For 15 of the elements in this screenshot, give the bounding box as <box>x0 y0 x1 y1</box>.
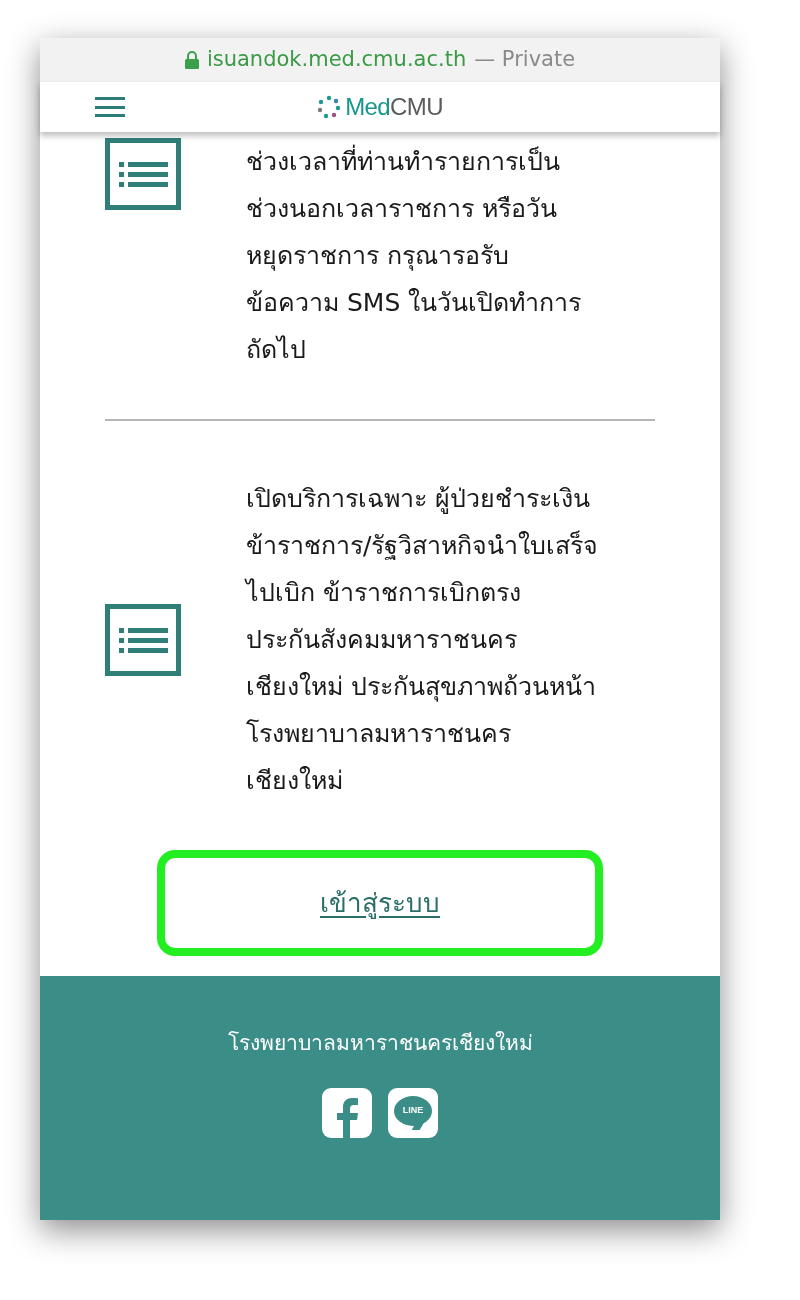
info-paragraph: ช่วงเวลาที่ท่านทำรายการเป็น ช่วงนอกเวลาราชการ หรือวัน หยุดราชการ กรุณารอรับ ข้อความ SMS ในวันเปิดทำการ ถัดไป <box>246 138 582 373</box>
url-text: isuandok.med.cmu.ac.th <box>206 46 467 74</box>
login-link[interactable]: เข้าสู่ระบบ <box>320 883 440 923</box>
lock-icon <box>184 51 199 69</box>
footer-title: โรงพยาบาลมหาราชนครเชียงใหม่ <box>227 1030 533 1057</box>
line-app-icon[interactable]: LINE <box>388 1087 438 1138</box>
logo-icon <box>317 95 342 119</box>
site-logo-text[interactable]: MedCMU <box>345 89 443 125</box>
info-paragraph: เปิดบริการเฉพาะ ผู้ป่วยชำระเงิน ข้าราชการ/รัฐวิสาหกิจนำใบเสร็จ ไปเบิก ข้าราชการเบิกตรง ประกันสังคมมหาราชนคร เชียงใหม่ ประกันสุขภาพถ้วนหน้า โรงพยาบาลมหาราชนคร เชียงใหม่ <box>246 483 599 797</box>
private-label: — Private <box>474 46 576 74</box>
list-icon <box>105 603 181 676</box>
address-bar[interactable]: isuandok.med.cmu.ac.th — Private <box>40 38 720 82</box>
menu-icon[interactable] <box>95 97 125 117</box>
list-icon <box>105 138 181 210</box>
facebook-icon[interactable] <box>322 1087 372 1138</box>
